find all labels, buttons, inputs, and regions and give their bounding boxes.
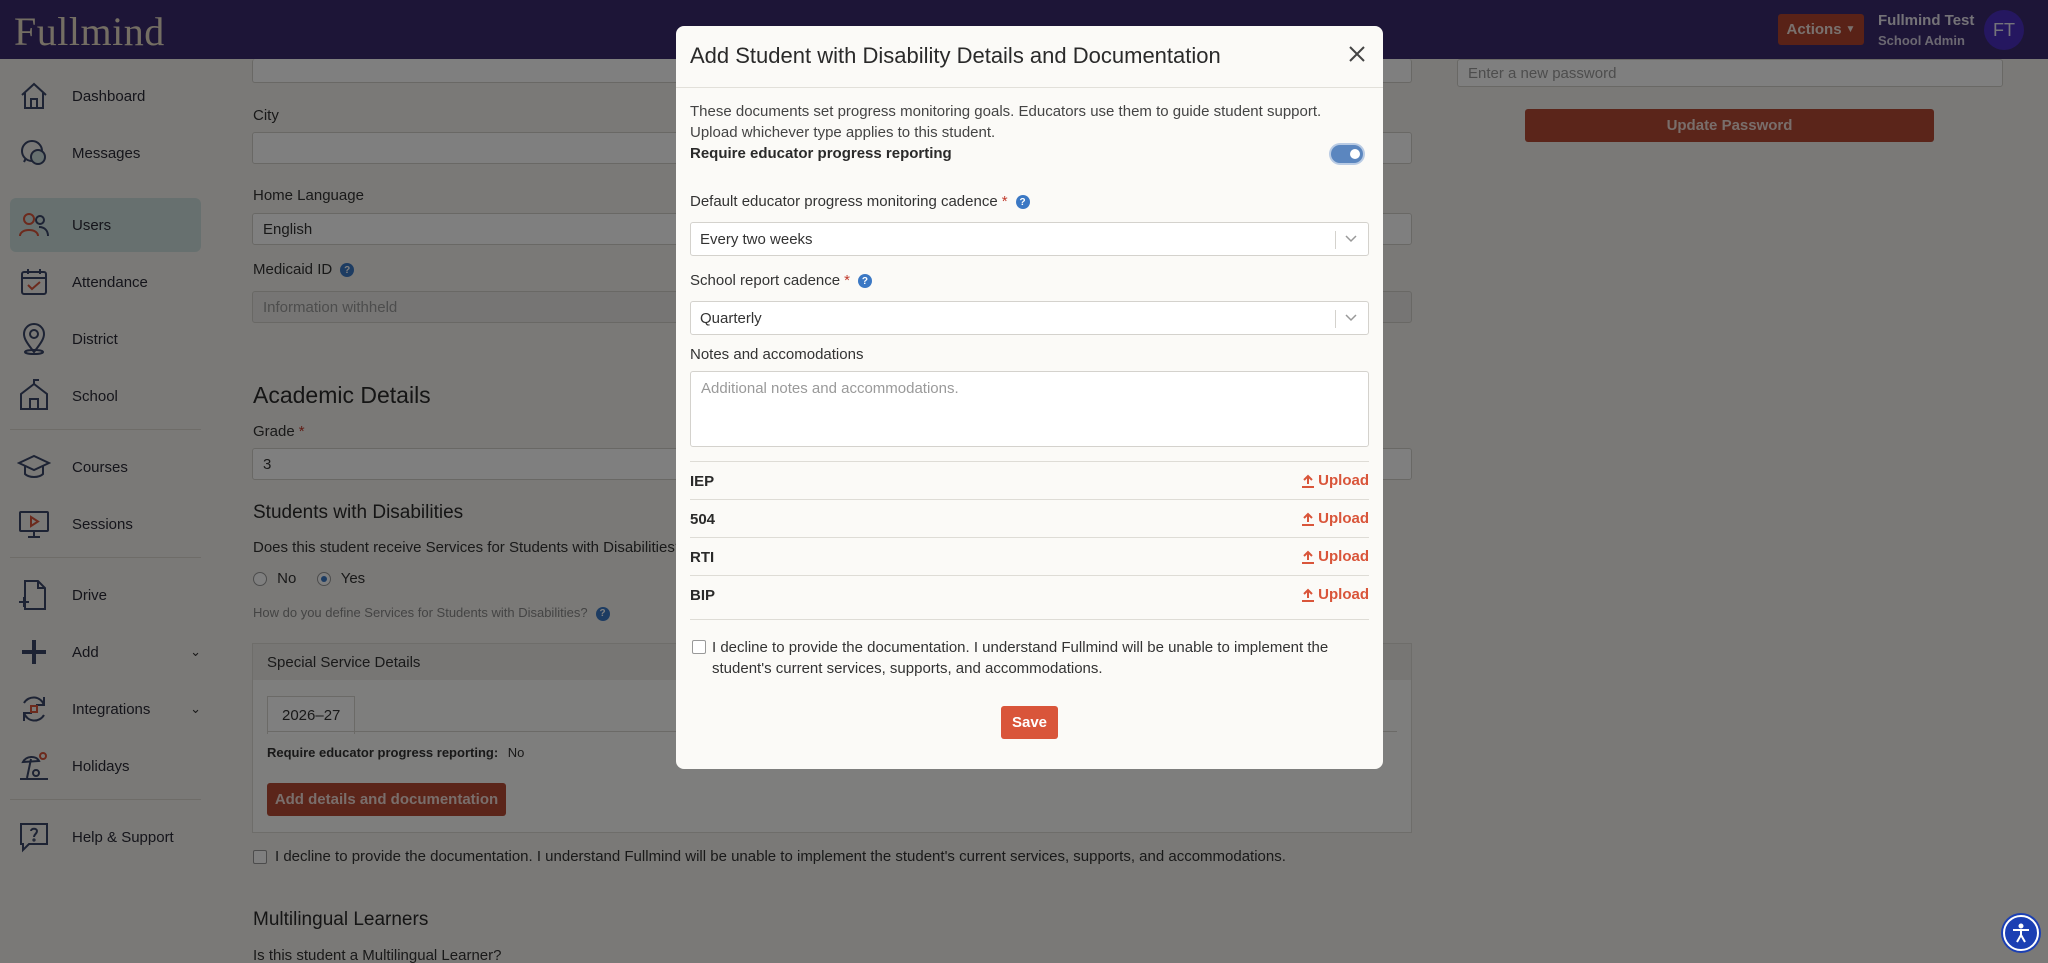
modal-description-2: Upload whichever type applies to this st… xyxy=(690,124,996,141)
required-marker: * xyxy=(844,272,850,289)
school-report-select[interactable]: Quarterly xyxy=(690,301,1369,335)
progress-reporting-toggle[interactable] xyxy=(1331,145,1363,163)
cadence-label-text: Default educator progress monitoring cad… xyxy=(690,193,998,210)
doc-name: IEP xyxy=(690,473,715,490)
help-icon[interactable]: ? xyxy=(857,274,872,289)
select-separator xyxy=(1335,310,1336,328)
upload-label: Upload xyxy=(1318,510,1369,527)
doc-list-divider xyxy=(690,619,1369,620)
doc-row-bip: BIP Upload xyxy=(690,575,1369,613)
school-report-label-text: School report cadence xyxy=(690,272,841,289)
modal-decline-checkbox[interactable] xyxy=(692,640,706,654)
help-icon[interactable]: ? xyxy=(1015,195,1030,210)
doc-row-iep: IEP Upload xyxy=(690,461,1369,499)
upload-button[interactable]: Upload xyxy=(1301,472,1369,489)
upload-icon xyxy=(1302,550,1315,564)
cadence-label: Default educator progress monitoring cad… xyxy=(690,193,1030,210)
upload-button[interactable]: Upload xyxy=(1301,586,1369,603)
upload-icon xyxy=(1302,474,1315,488)
school-report-value: Quarterly xyxy=(700,310,762,327)
doc-row-504: 504 Upload xyxy=(690,499,1369,537)
upload-button[interactable]: Upload xyxy=(1301,510,1369,527)
toggle-label: Require educator progress reporting xyxy=(690,145,952,162)
doc-name: 504 xyxy=(690,511,716,528)
cadence-select[interactable]: Every two weeks xyxy=(690,222,1369,256)
upload-icon xyxy=(1302,588,1315,602)
upload-label: Upload xyxy=(1318,472,1369,489)
school-report-label: School report cadence *? xyxy=(690,272,872,289)
notes-label: Notes and accomodations xyxy=(690,346,864,363)
upload-label: Upload xyxy=(1318,586,1369,603)
save-button[interactable]: Save xyxy=(1001,706,1058,739)
close-button[interactable] xyxy=(1343,40,1371,68)
doc-row-rti: RTI Upload xyxy=(690,537,1369,575)
modal-decline-text: I decline to provide the documentation. … xyxy=(712,639,1329,677)
modal-title: Add Student with Disability Details and … xyxy=(690,43,1221,68)
notes-placeholder: Additional notes and accommodations. xyxy=(701,380,959,397)
upload-icon xyxy=(1302,512,1315,526)
accessibility-icon xyxy=(2013,923,2029,943)
chevron-down-icon[interactable] xyxy=(1343,310,1359,326)
chevron-down-icon[interactable] xyxy=(1343,231,1359,247)
upload-label: Upload xyxy=(1318,548,1369,565)
select-separator xyxy=(1335,231,1336,249)
swd-details-modal: Add Student with Disability Details and … xyxy=(676,26,1383,769)
modal-header: Add Student with Disability Details and … xyxy=(676,26,1383,88)
required-marker: * xyxy=(1001,193,1008,210)
modal-description-1: These documents set progress monitoring … xyxy=(690,103,1322,120)
notes-textarea[interactable]: Additional notes and accommodations. xyxy=(690,371,1369,447)
doc-name: RTI xyxy=(690,549,715,566)
upload-button[interactable]: Upload xyxy=(1301,548,1369,565)
doc-name: BIP xyxy=(690,587,716,604)
close-icon xyxy=(1349,46,1365,62)
cadence-value: Every two weeks xyxy=(700,231,813,248)
accessibility-button[interactable] xyxy=(2003,915,2039,951)
